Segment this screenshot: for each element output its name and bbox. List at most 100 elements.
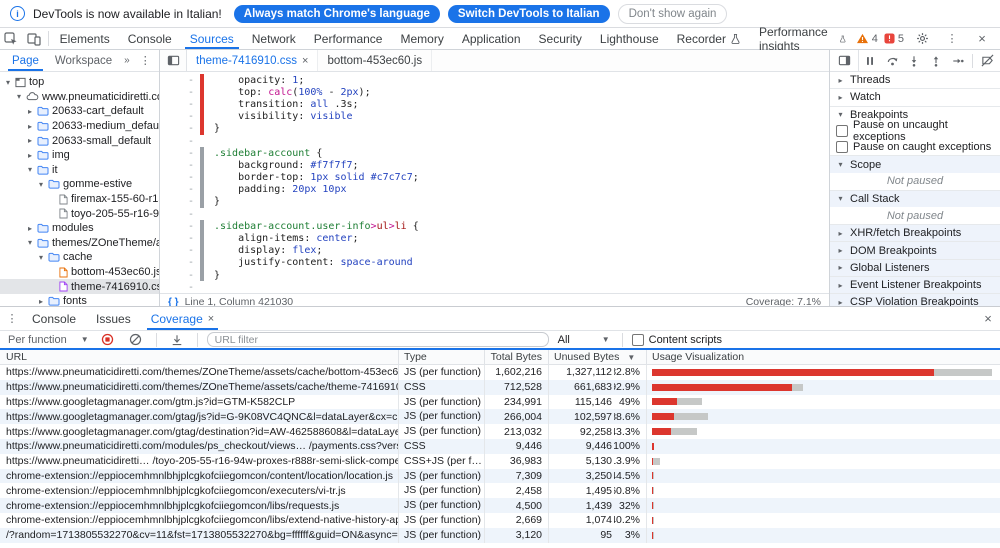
disclosure-arrow-icon[interactable]: ▸ bbox=[26, 151, 34, 160]
section-threads[interactable]: ▸Threads bbox=[830, 72, 1000, 88]
disclosure-arrow-icon[interactable]: ▾ bbox=[26, 238, 34, 247]
disclosure-arrow-icon[interactable]: ▸ bbox=[836, 298, 845, 306]
disclosure-arrow-icon[interactable]: ▸ bbox=[26, 122, 34, 131]
disclosure-arrow-icon[interactable]: ▾ bbox=[836, 110, 845, 119]
tab-elements[interactable]: Elements bbox=[51, 28, 119, 49]
section-call-stack[interactable]: ▾Call Stack bbox=[830, 190, 1000, 207]
coverage-row[interactable]: https://www.pneumaticidiretti.com/module… bbox=[0, 439, 1000, 454]
deactivate-breakpoints-icon[interactable] bbox=[976, 50, 998, 71]
disclosure-arrow-icon[interactable]: ▸ bbox=[37, 297, 45, 306]
match-language-button[interactable]: Always match Chrome's language bbox=[234, 5, 440, 23]
url-cell[interactable]: https://www.pneumaticidiretti.com/themes… bbox=[0, 365, 398, 380]
coverage-row[interactable]: https://www.pneumaticidiretti.com/themes… bbox=[0, 380, 1000, 395]
step-over-icon[interactable] bbox=[881, 50, 903, 71]
url-cell[interactable]: chrome-extension://eppiocemhmnlbhjplcgko… bbox=[0, 498, 398, 513]
more-tabs-icon[interactable]: » bbox=[120, 55, 134, 66]
tab-console[interactable]: Console bbox=[22, 307, 86, 330]
tree-item-theme-7416910-css[interactable]: theme-7416910.css bbox=[0, 279, 159, 294]
disclosure-arrow-icon[interactable]: ▾ bbox=[836, 194, 845, 203]
section-xhr-fetch-breakpoints[interactable]: ▸XHR/fetch Breakpoints bbox=[830, 224, 1000, 241]
inspect-element-icon[interactable] bbox=[0, 28, 23, 49]
tree-item-firemax-155-60-r15-74t[interactable]: firemax-155-60-r15-74t bbox=[0, 192, 159, 207]
column-usage-visualization[interactable]: Usage Visualization bbox=[646, 350, 1000, 364]
tab-issues[interactable]: Issues bbox=[86, 307, 141, 330]
close-drawer-icon[interactable]: × bbox=[976, 307, 1000, 330]
url-cell[interactable]: /?random=1713805532270&cv=11&fst=1713805… bbox=[0, 528, 398, 543]
tree-item-20633-small-default[interactable]: ▸20633-small_default bbox=[0, 133, 159, 148]
editor-tab-bottom-js[interactable]: bottom-453ec60.js bbox=[318, 50, 432, 71]
checkbox-pause-on-caught-exceptions[interactable]: Pause on caught exceptions bbox=[830, 139, 1000, 155]
tab-network[interactable]: Network bbox=[243, 28, 305, 49]
close-tab-icon[interactable]: × bbox=[302, 55, 308, 67]
section-csp-violation-breakpoints[interactable]: ▸CSP Violation Breakpoints bbox=[830, 293, 1000, 306]
tab-workspace[interactable]: Workspace bbox=[47, 50, 120, 71]
disclosure-arrow-icon[interactable]: ▾ bbox=[26, 165, 34, 174]
column-url[interactable]: URL bbox=[0, 350, 398, 364]
switch-language-button[interactable]: Switch DevTools to Italian bbox=[448, 5, 610, 23]
tab-page[interactable]: Page bbox=[4, 50, 47, 71]
url-cell[interactable]: https://www.googletagmanager.com/gtag/de… bbox=[0, 424, 398, 439]
section-event-listener-breakpoints[interactable]: ▸Event Listener Breakpoints bbox=[830, 276, 1000, 293]
step-icon[interactable] bbox=[947, 50, 969, 71]
pretty-print-icon[interactable]: { } bbox=[168, 297, 179, 307]
stop-recording-icon[interactable] bbox=[97, 331, 119, 348]
tab-sources[interactable]: Sources bbox=[181, 28, 243, 49]
coverage-row[interactable]: https://www.pneumaticidiretti.com/themes… bbox=[0, 365, 1000, 380]
tree-item-it[interactable]: ▾it bbox=[0, 163, 159, 178]
disclosure-arrow-icon[interactable]: ▸ bbox=[836, 93, 845, 102]
disclosure-arrow-icon[interactable]: ▸ bbox=[836, 76, 845, 85]
disclosure-arrow-icon[interactable]: ▸ bbox=[836, 246, 845, 255]
tree-item-bottom-453ec60-js[interactable]: bottom-453ec60.js bbox=[0, 265, 159, 280]
url-cell[interactable]: https://www.pneumaticidiretti.com/module… bbox=[0, 439, 398, 454]
section-watch[interactable]: ▸Watch bbox=[830, 88, 1000, 105]
content-scripts-checkbox[interactable]: Content scripts bbox=[632, 334, 722, 346]
url-cell[interactable]: https://www.googletagmanager.com/gtag/js… bbox=[0, 409, 398, 424]
coverage-row[interactable]: chrome-extension://eppiocemhmnlbhjplcgko… bbox=[0, 498, 1000, 513]
settings-gear-icon[interactable] bbox=[910, 32, 934, 45]
tab-lighthouse[interactable]: Lighthouse bbox=[591, 28, 668, 49]
disclosure-arrow-icon[interactable]: ▸ bbox=[836, 229, 845, 238]
tree-item-cache[interactable]: ▾cache bbox=[0, 250, 159, 265]
url-cell[interactable]: https://www.pneumaticidiretti.com/themes… bbox=[0, 380, 398, 395]
disclosure-arrow-icon[interactable]: ▾ bbox=[836, 160, 845, 169]
disclosure-arrow-icon[interactable]: ▾ bbox=[15, 92, 23, 101]
checkbox-icon[interactable] bbox=[836, 141, 848, 153]
column-unused-bytes[interactable]: Unused Bytes ▼ bbox=[548, 350, 646, 364]
issues-badge[interactable]: 5 bbox=[884, 33, 904, 45]
coverage-row[interactable]: https://www.pneumaticidiretti… /toyo-205… bbox=[0, 454, 1000, 469]
section-global-listeners[interactable]: ▸Global Listeners bbox=[830, 259, 1000, 276]
column-total-bytes[interactable]: Total Bytes bbox=[484, 350, 548, 364]
checkbox-pause-on-uncaught-exceptions[interactable]: Pause on uncaught exceptions bbox=[830, 123, 1000, 139]
tree-item-www-pneumaticidiretti-com[interactable]: ▾www.pneumaticidiretti.com bbox=[0, 90, 159, 105]
disclosure-arrow-icon[interactable]: ▸ bbox=[26, 107, 34, 116]
dismiss-infobar-button[interactable]: Don't show again bbox=[618, 4, 728, 24]
device-toolbar-icon[interactable] bbox=[23, 28, 46, 49]
tree-item-20633-medium-default[interactable]: ▸20633-medium_default bbox=[0, 119, 159, 134]
coverage-row[interactable]: chrome-extension://eppiocemhmnlbhjplcgko… bbox=[0, 469, 1000, 484]
url-cell[interactable]: chrome-extension://eppiocemhmnlbhjplcgko… bbox=[0, 513, 398, 528]
tab-application[interactable]: Application bbox=[453, 28, 530, 49]
coverage-row[interactable]: chrome-extension://eppiocemhmnlbhjplcgko… bbox=[0, 513, 1000, 528]
checkbox-icon[interactable] bbox=[632, 334, 644, 346]
tree-item-themes-zonetheme-assets[interactable]: ▾themes/ZOneTheme/assets bbox=[0, 236, 159, 251]
tree-item-toyo-205-55-r16-94w-p[interactable]: toyo-205-55-r16-94w-p bbox=[0, 206, 159, 221]
tree-item-fonts[interactable]: ▸fonts bbox=[0, 294, 159, 306]
url-cell[interactable]: https://www.googletagmanager.com/gtm.js?… bbox=[0, 395, 398, 410]
tree-item-gomme-estive[interactable]: ▾gomme-estive bbox=[0, 177, 159, 192]
tab-memory[interactable]: Memory bbox=[391, 28, 452, 49]
tree-item-img[interactable]: ▸img bbox=[0, 148, 159, 163]
type-filter-dropdown[interactable]: All ▼ bbox=[555, 334, 613, 346]
tab-coverage[interactable]: Coverage × bbox=[141, 307, 224, 330]
tree-item-top[interactable]: ▾top bbox=[0, 75, 159, 90]
url-cell[interactable]: chrome-extension://eppiocemhmnlbhjplcgko… bbox=[0, 469, 398, 484]
tree-item-20633-cart-default[interactable]: ▸20633-cart_default bbox=[0, 104, 159, 119]
checkbox-icon[interactable] bbox=[836, 125, 848, 137]
url-filter-input[interactable] bbox=[207, 332, 549, 347]
disclosure-arrow-icon[interactable]: ▸ bbox=[836, 263, 845, 272]
disclosure-arrow-icon[interactable]: ▾ bbox=[37, 180, 45, 189]
export-icon[interactable] bbox=[166, 331, 188, 348]
step-into-icon[interactable] bbox=[903, 50, 925, 71]
clear-coverage-icon[interactable] bbox=[125, 331, 147, 348]
url-cell[interactable]: https://www.pneumaticidiretti… /toyo-205… bbox=[0, 454, 398, 469]
pause-script-icon[interactable] bbox=[859, 50, 881, 71]
